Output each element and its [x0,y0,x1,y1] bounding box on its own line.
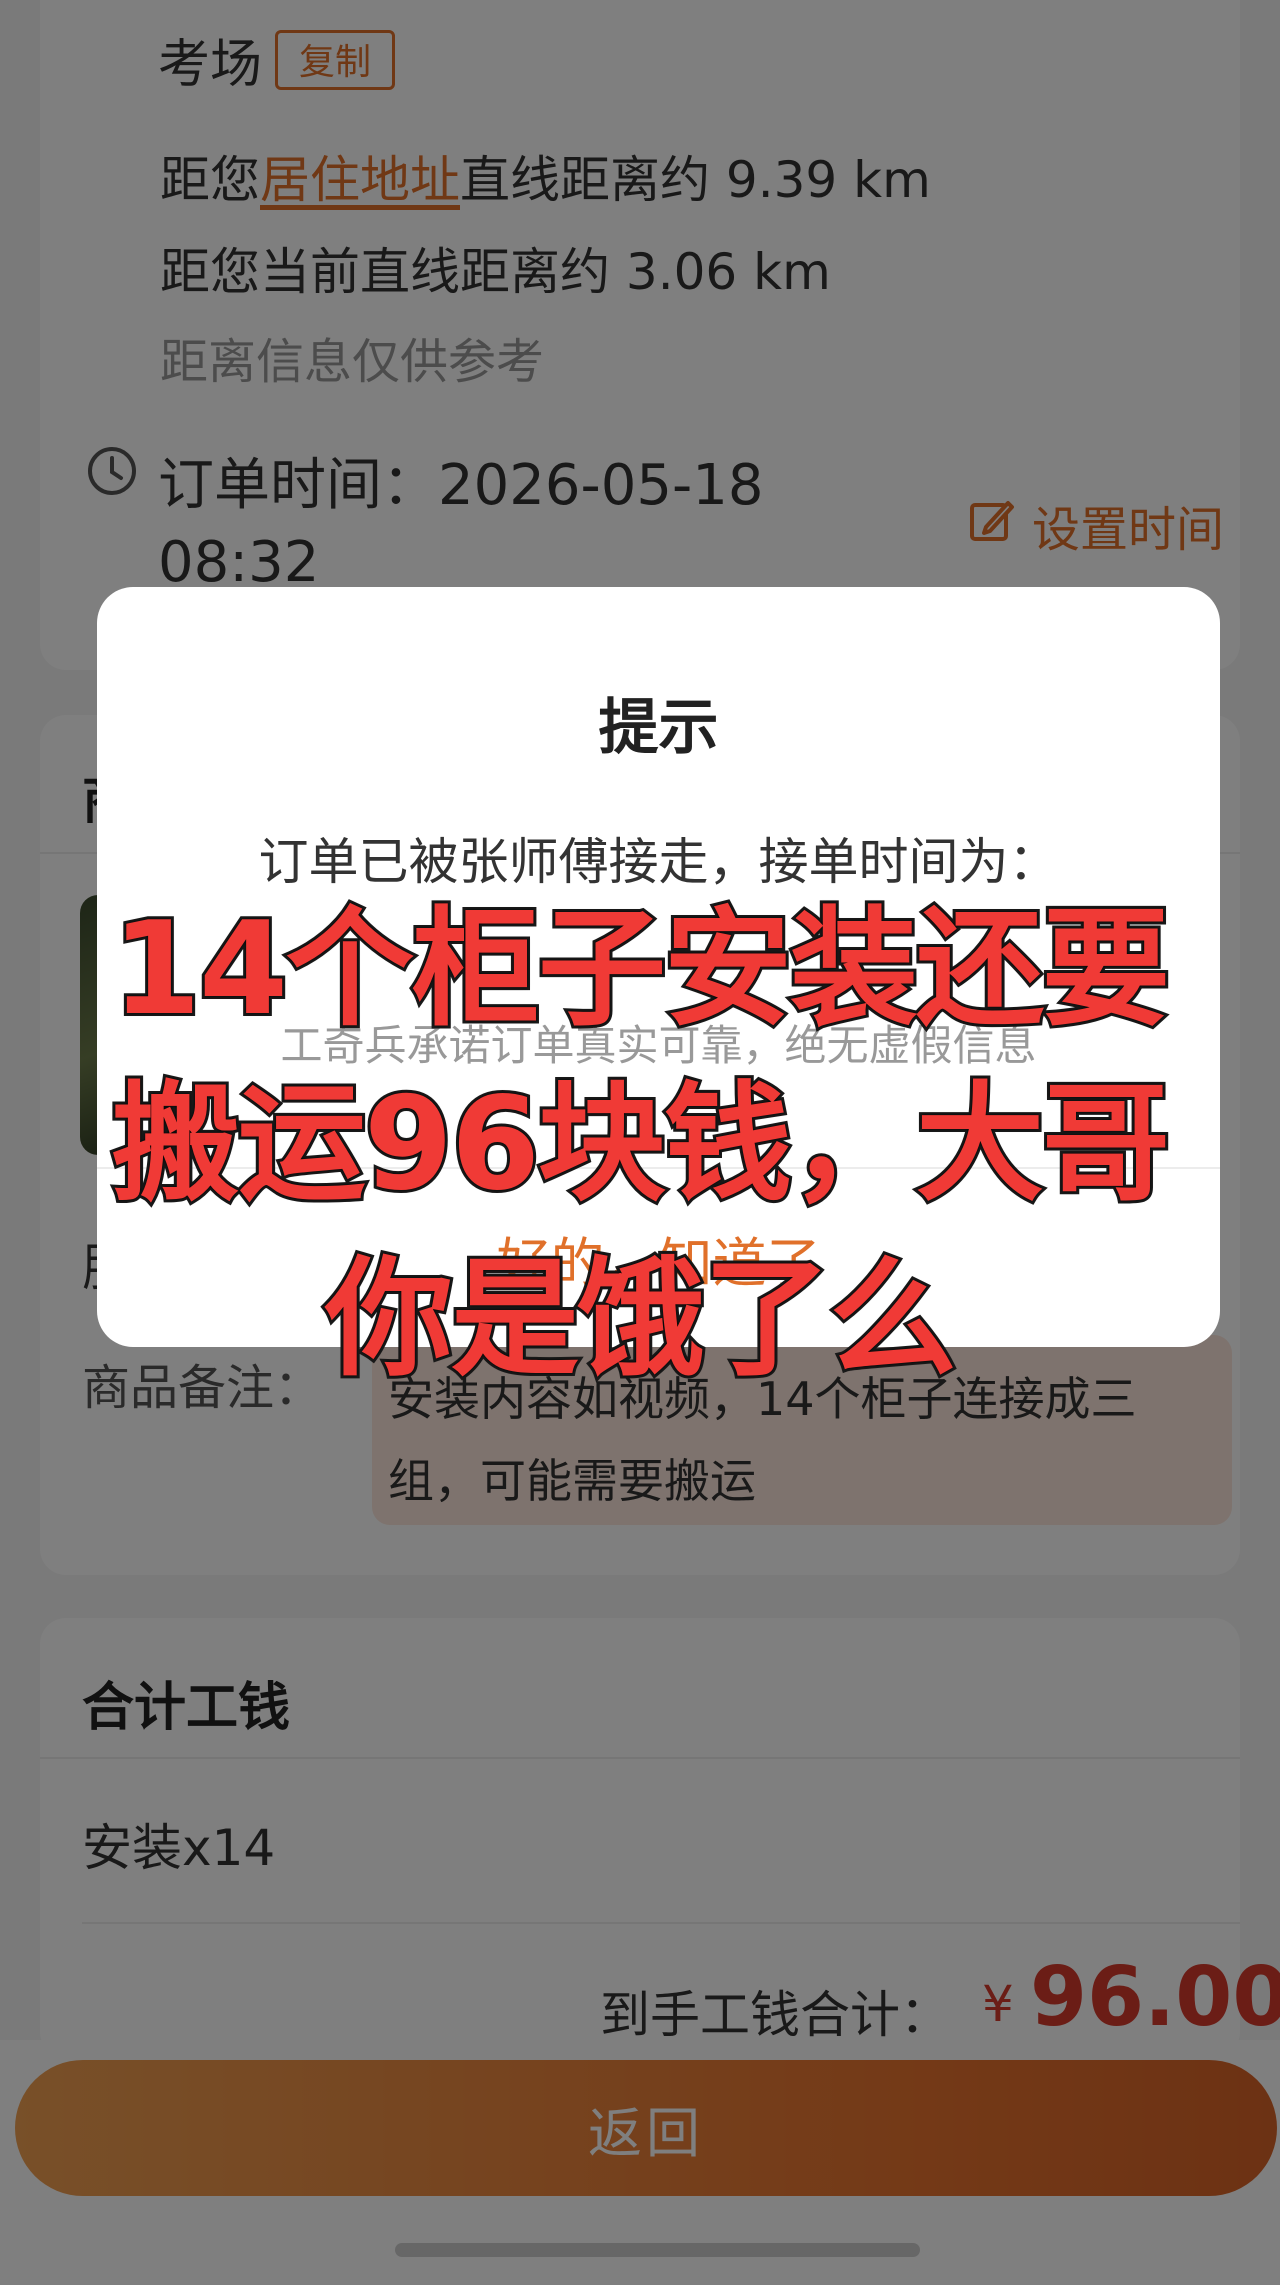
caption-line-2: 搬运96块钱，大哥 [109,1067,1173,1222]
order-detail-page: 考场 复制 距您居住地址直线距离约 9.39 km 距您当前直线距离约 3.06… [0,0,1280,2285]
caption-line-1: 14个柜子安装还要 [109,892,1173,1047]
dialog-title: 提示 [598,693,719,763]
caption-line-3: 你是饿了么 [322,1242,960,1397]
